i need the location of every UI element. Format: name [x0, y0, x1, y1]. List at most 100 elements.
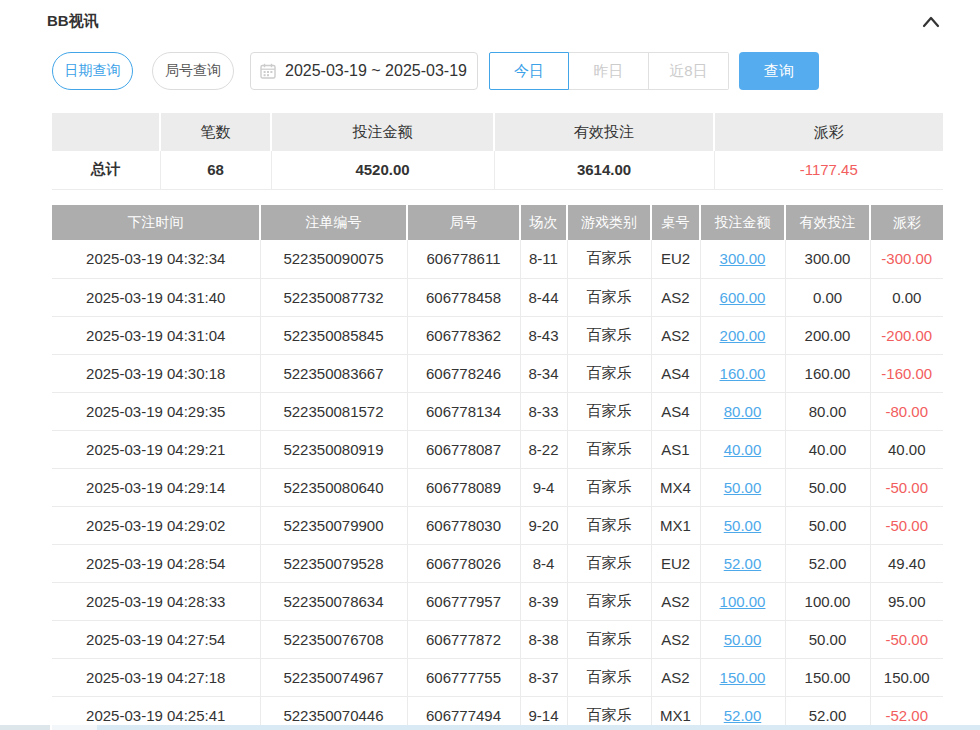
bet-amount-link[interactable]: 150.00 [720, 669, 766, 686]
summary-table: 笔数 投注金额 有效投注 派彩 总计 68 4520.00 3614.00 -1… [52, 113, 943, 190]
bet-amount-link[interactable]: 52.00 [724, 707, 762, 724]
cell-bet-time: 2025-03-19 04:27:54 [52, 620, 260, 658]
cell-payout: -300.00 [870, 240, 943, 278]
cell-valid-bet: 50.00 [785, 468, 870, 506]
scrollbar-track [97, 725, 980, 730]
cell-valid-bet: 150.00 [785, 658, 870, 696]
bet-amount-link[interactable]: 200.00 [720, 327, 766, 344]
cell-session: 8-11 [520, 240, 567, 278]
cell-game-type: 百家乐 [567, 620, 651, 658]
cell-bet-amount: 50.00 [700, 468, 785, 506]
cell-round-no: 606778134 [407, 392, 520, 430]
record-row: 2025-03-19 04:29:14522350080640606778089… [52, 468, 943, 506]
cell-game-type: 百家乐 [567, 430, 651, 468]
cell-table-no: AS2 [651, 278, 700, 316]
cell-round-no: 606777755 [407, 658, 520, 696]
cell-table-no: AS4 [651, 392, 700, 430]
cell-table-no: MX1 [651, 506, 700, 544]
cell-bet-time: 2025-03-19 04:30:18 [52, 354, 260, 392]
summary-header-bet-amount: 投注金额 [271, 113, 494, 151]
cell-round-no: 606778611 [407, 240, 520, 278]
summary-header-blank [52, 113, 160, 151]
cell-valid-bet: 0.00 [785, 278, 870, 316]
cell-round-no: 606778362 [407, 316, 520, 354]
cell-valid-bet: 52.00 [785, 544, 870, 582]
search-button[interactable]: 查询 [739, 52, 819, 90]
round-query-tab[interactable]: 局号查询 [152, 52, 234, 90]
cell-bet-time: 2025-03-19 04:29:14 [52, 468, 260, 506]
cell-bet-time: 2025-03-19 04:32:34 [52, 240, 260, 278]
cell-bet-amount: 52.00 [700, 544, 785, 582]
bet-amount-link[interactable]: 160.00 [720, 365, 766, 382]
cell-ticket-no: 522350087732 [260, 278, 407, 316]
cell-payout: -200.00 [870, 316, 943, 354]
date-range-input[interactable]: 2025-03-19 ~ 2025-03-19 [250, 52, 478, 90]
cell-game-type: 百家乐 [567, 582, 651, 620]
cell-session: 8-37 [520, 658, 567, 696]
cell-bet-amount: 160.00 [700, 354, 785, 392]
today-button[interactable]: 今日 [489, 52, 569, 90]
record-row: 2025-03-19 04:31:04522350085845606778362… [52, 316, 943, 354]
bet-amount-link[interactable]: 50.00 [724, 479, 762, 496]
calendar-icon [260, 63, 276, 79]
records-header-table-no: 桌号 [651, 205, 700, 240]
bet-amount-link[interactable]: 52.00 [724, 555, 762, 572]
bet-amount-link[interactable]: 40.00 [724, 441, 762, 458]
cell-game-type: 百家乐 [567, 468, 651, 506]
record-row: 2025-03-19 04:29:02522350079900606778030… [52, 506, 943, 544]
records-header-valid-bet: 有效投注 [785, 205, 870, 240]
summary-header-count: 笔数 [160, 113, 271, 151]
cell-payout: 40.00 [870, 430, 943, 468]
records-header-session: 场次 [520, 205, 567, 240]
yesterday-button[interactable]: 昨日 [569, 52, 649, 90]
last8days-button[interactable]: 近8日 [649, 52, 729, 90]
records-header-round-no: 局号 [407, 205, 520, 240]
cell-table-no: AS4 [651, 354, 700, 392]
cell-ticket-no: 522350080640 [260, 468, 407, 506]
cell-payout: -50.00 [870, 506, 943, 544]
bet-amount-link[interactable]: 50.00 [724, 631, 762, 648]
cell-ticket-no: 522350078634 [260, 582, 407, 620]
cell-game-type: 百家乐 [567, 506, 651, 544]
summary-count: 68 [160, 151, 271, 189]
record-row: 2025-03-19 04:29:35522350081572606778134… [52, 392, 943, 430]
cell-bet-time: 2025-03-19 04:27:18 [52, 658, 260, 696]
bet-amount-link[interactable]: 300.00 [720, 250, 766, 267]
cell-valid-bet: 40.00 [785, 430, 870, 468]
cell-round-no: 606777957 [407, 582, 520, 620]
cell-payout: 49.40 [870, 544, 943, 582]
summary-total-label: 总计 [52, 151, 160, 189]
bet-amount-link[interactable]: 100.00 [720, 593, 766, 610]
cell-round-no: 606778458 [407, 278, 520, 316]
records-header-ticket-no: 注单编号 [260, 205, 407, 240]
cell-table-no: EU2 [651, 544, 700, 582]
bet-amount-link[interactable]: 600.00 [720, 289, 766, 306]
cell-valid-bet: 50.00 [785, 506, 870, 544]
cell-game-type: 百家乐 [567, 392, 651, 430]
cell-ticket-no: 522350074967 [260, 658, 407, 696]
cell-payout: -160.00 [870, 354, 943, 392]
panel-title: BB视讯 [47, 12, 99, 31]
cell-payout: 150.00 [870, 658, 943, 696]
cell-ticket-no: 522350090075 [260, 240, 407, 278]
summary-bet-amount: 4520.00 [271, 151, 494, 189]
cell-bet-amount: 150.00 [700, 658, 785, 696]
cell-payout: -80.00 [870, 392, 943, 430]
records-table: 下注时间注单编号局号场次游戏类别桌号投注金额有效投注派彩 2025-03-19 … [52, 205, 943, 730]
summary-header-payout: 派彩 [714, 113, 943, 151]
record-row: 2025-03-19 04:29:21522350080919606778087… [52, 430, 943, 468]
bet-amount-link[interactable]: 50.00 [724, 517, 762, 534]
cell-round-no: 606777872 [407, 620, 520, 658]
cell-bet-amount: 50.00 [700, 620, 785, 658]
date-query-tab[interactable]: 日期查询 [52, 52, 133, 90]
cell-table-no: AS2 [651, 658, 700, 696]
bet-amount-link[interactable]: 80.00 [724, 403, 762, 420]
cell-session: 8-43 [520, 316, 567, 354]
record-row: 2025-03-19 04:32:34522350090075606778611… [52, 240, 943, 278]
cell-game-type: 百家乐 [567, 240, 651, 278]
horizontal-scrollbar[interactable] [0, 725, 980, 730]
cell-bet-amount: 40.00 [700, 430, 785, 468]
cell-valid-bet: 80.00 [785, 392, 870, 430]
cell-bet-amount: 100.00 [700, 582, 785, 620]
collapse-chevron-up-icon[interactable] [922, 15, 940, 29]
